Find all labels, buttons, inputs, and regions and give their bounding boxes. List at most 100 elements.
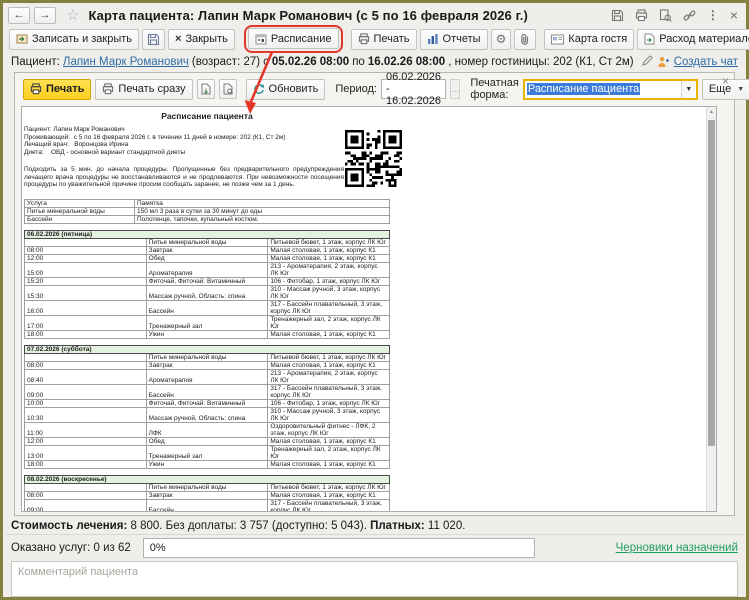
save-button[interactable]	[142, 29, 165, 50]
forward-button[interactable]: →	[34, 7, 56, 24]
schedule-row: 18:00УжинМалая столовая, 1 этаж, корпус …	[25, 330, 390, 338]
reports-button[interactable]: Отчеты	[420, 29, 488, 50]
document-scrollbar[interactable]: ▲	[706, 107, 716, 511]
schedule-row: 09:00Бассейн317 - Бассейн плавательный, …	[25, 384, 390, 399]
schedule-service: Ароматерапия	[146, 369, 268, 384]
schedule-row: 10:30Массаж ручной, Область: спина310 - …	[25, 407, 390, 422]
drafts-link[interactable]: Черновики назначений	[616, 542, 738, 554]
schedule-time: 12:00	[25, 437, 147, 445]
link-icon[interactable]	[683, 9, 696, 22]
schedule-service: Завтрак	[146, 361, 268, 369]
period-input[interactable]: 06.02.2026 - 16.02.2026	[381, 79, 446, 99]
scroll-up-icon[interactable]: ▲	[709, 109, 714, 115]
memo-table: Услуга Памятка Питье минеральной воды150…	[24, 199, 390, 224]
print-button[interactable]: Печать	[351, 29, 417, 50]
cost-label: Стоимость лечения:	[11, 520, 127, 532]
preview-print-button[interactable]: Печать	[23, 79, 91, 100]
schedule-service: Ужин	[146, 460, 268, 468]
patient-age: (возраст: 27)	[192, 56, 260, 68]
services-progress-row: Оказано услуг: 0 из 62 0% Черновики назн…	[11, 537, 738, 559]
period-label: Период:	[335, 83, 377, 95]
schedule-time: 15:20	[25, 277, 147, 285]
schedule-location: 106 - Фитобар, 1 этаж, корпус ЛК Юг	[268, 277, 390, 285]
schedule-location: Питьевой бювет, 1 этаж, корпус ЛК Юг	[268, 238, 390, 246]
window-close-icon[interactable]: ×	[730, 8, 738, 22]
services-button[interactable]: ⚙	[491, 29, 512, 50]
back-button[interactable]: ←	[8, 7, 30, 24]
schedule-service: Бассейн	[146, 300, 268, 315]
print-now-button[interactable]: Печать сразу	[95, 79, 192, 100]
edit-pencil-icon[interactable]	[641, 55, 653, 70]
page-preview-icon	[222, 83, 234, 95]
schedule-row: 18:00УжинМалая столовая, 1 этаж, корпус …	[25, 460, 390, 468]
schedule-service: Массаж ручной, Область: спина	[146, 407, 268, 422]
patient-label: Пациент:	[11, 56, 60, 68]
schedule-location: Малая столовая, 1 этаж, корпус К1	[268, 246, 390, 254]
schedule-time: 10:30	[25, 407, 147, 422]
progress-percent: 0%	[150, 542, 166, 554]
preview-close-icon[interactable]: ×	[722, 74, 729, 88]
save-and-close-button[interactable]: Записать и закрыть	[9, 29, 139, 50]
page-preview-button[interactable]	[219, 79, 237, 99]
close-button[interactable]: × Закрыть	[168, 29, 235, 50]
day-header-row: 07.02.2026 (суббота)	[25, 345, 390, 353]
stay-to-word: по	[352, 56, 365, 68]
schedule-time: 09:00	[25, 384, 147, 399]
memo-cell: Полотенце, тапочки, купальный костюм.	[135, 215, 390, 223]
save-close-icon	[16, 33, 28, 45]
schedule-time	[25, 238, 147, 246]
schedule-service: Завтрак	[146, 246, 268, 254]
materials-button[interactable]: Расход материалов ▼	[637, 29, 749, 50]
schedule-time: 13:00	[25, 445, 147, 460]
print-form-combo[interactable]: Расписание пациента ▼	[523, 79, 698, 100]
reports-label: Отчеты	[443, 33, 481, 45]
schedule-row: Питье минеральной водыПитьевой бювет, 1 …	[25, 353, 390, 361]
schedule-service: Тренажерный зал	[146, 315, 268, 330]
schedule-location: Малая столовая, 1 этаж, корпус К1	[268, 330, 390, 338]
schedule-service: Фиточай, Фиточай: Витаминный	[146, 399, 268, 407]
save-to-file-button[interactable]	[197, 79, 215, 99]
print-icon[interactable]	[635, 9, 648, 22]
paid-value: 11 020.	[425, 520, 466, 532]
schedule-service: ЛФК	[146, 422, 268, 437]
document-title: Расписание пациента	[24, 112, 390, 121]
schedule-location: Малая столовая, 1 этаж, корпус К1	[268, 254, 390, 262]
patient-info-row: Пациент: Лапин Марк Романович (возраст: …	[11, 53, 738, 71]
combo-dropdown-arrow[interactable]: ▼	[681, 81, 696, 98]
patient-comment-input[interactable]	[11, 561, 738, 597]
create-chat-link[interactable]: Создать чат	[674, 56, 738, 68]
day-date-header: 06.02.2026 (пятница)	[25, 230, 390, 238]
printer-icon	[102, 83, 114, 95]
favorite-star-icon[interactable]: ☆	[66, 8, 79, 23]
calendar-icon	[255, 33, 267, 45]
patient-name-link[interactable]: Лапин Марк Романович	[63, 56, 189, 68]
period-more-button[interactable]: ...	[450, 79, 460, 99]
refresh-label: Обновить	[269, 83, 319, 95]
day-date-header: 08.02.2026 (воскресенье)	[25, 475, 390, 483]
close-x-icon: ×	[175, 33, 181, 45]
treatment-cost-line: Стоимость лечения: 8 800. Без доплаты: 3…	[11, 520, 465, 532]
attachments-button[interactable]	[514, 29, 536, 50]
memo-header-row: Услуга Памятка	[25, 199, 390, 207]
preview-icon[interactable]	[659, 9, 672, 22]
schedule-service: Тренажерный зал	[146, 445, 268, 460]
schedule-location: 213 - Ароматерапия, 2 этаж, корпус ЛК Юг	[268, 369, 390, 384]
memo-cell: Бассейн	[25, 215, 135, 223]
schedule-location: 213 - Ароматерапия, 2 этаж, корпус ЛК Юг	[268, 262, 390, 277]
refresh-button[interactable]: Обновить	[246, 79, 326, 100]
schedule-time: 17:00	[25, 315, 147, 330]
schedule-row: Питье минеральной водыПитьевой бювет, 1 …	[25, 238, 390, 246]
page-title: Карта пациента: Лапин Марк Романович (с …	[88, 8, 528, 23]
schedule-document: Расписание пациента Пациент: Лапин Марк …	[22, 107, 706, 511]
print-form-value: Расписание пациента	[525, 83, 681, 95]
schedule-label: Расписание	[271, 33, 332, 45]
schedule-button[interactable]: Расписание	[248, 28, 339, 49]
refresh-icon	[253, 83, 265, 95]
schedule-time: 11:00	[25, 422, 147, 437]
save-icon[interactable]	[611, 9, 624, 22]
guest-card-button[interactable]: Карта гостя	[544, 29, 634, 50]
create-chat-group: Создать чат	[657, 56, 738, 68]
more-menu-icon[interactable]: ⋮	[707, 9, 719, 21]
scrollbar-thumb[interactable]	[708, 120, 715, 446]
schedule-time	[25, 353, 147, 361]
